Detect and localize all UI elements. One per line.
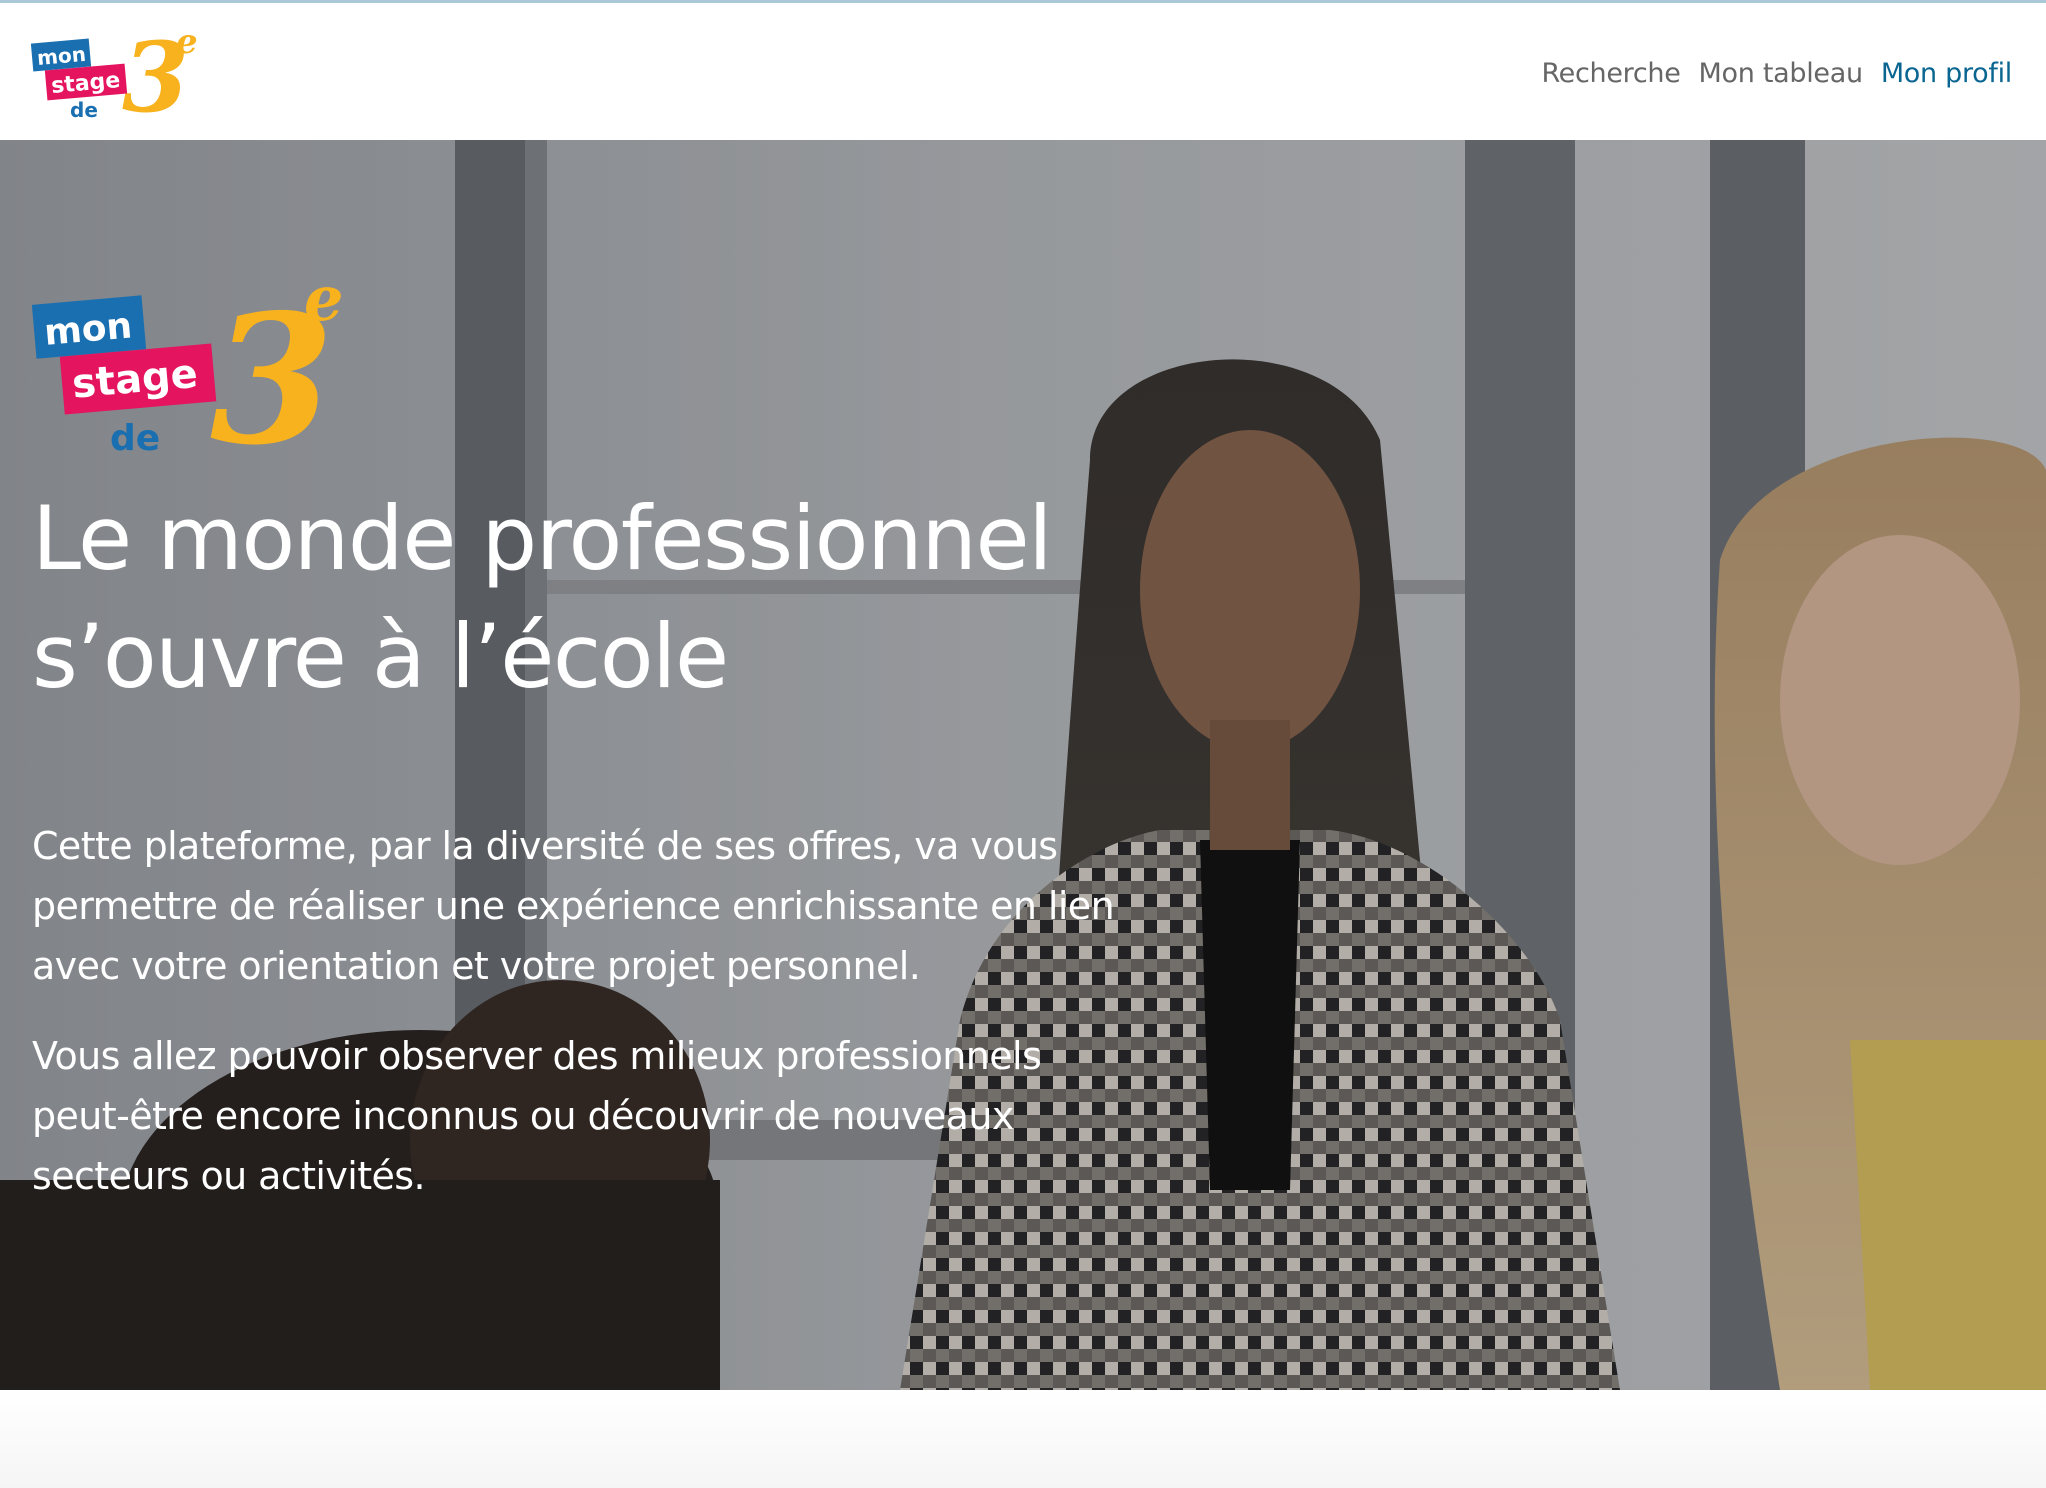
nav-link-mon-tableau[interactable]: Mon tableau	[1699, 58, 1864, 89]
hero-paragraph-1-line-3: avec votre orientation et votre projet p…	[32, 944, 921, 988]
brand-logo-link[interactable]: 3 e mon stage de	[30, 21, 210, 134]
hero-logo-superscript: e	[304, 270, 343, 335]
nav-link-mon-profil[interactable]: Mon profil	[1881, 58, 2012, 89]
hero-logo-de-text: de	[110, 418, 160, 459]
hero-paragraph-1-line-2: permettre de réaliser une expérience enr…	[32, 884, 1115, 928]
hero-paragraph-2-line-3: secteurs ou activités.	[32, 1154, 426, 1198]
site-logo: 3 e mon stage de	[30, 21, 198, 134]
content-below-hero	[0, 1390, 2046, 1488]
hero-paragraph-1-line-1: Cette plateforme, par la diversité de se…	[32, 824, 1058, 868]
hero-title-line-2: s’ouvre à l’école	[32, 605, 729, 708]
hero-logo-mon-text: mon	[43, 305, 134, 354]
hero-paragraph-2-line-2: peut-être encore inconnus ou découvrir d…	[32, 1094, 1014, 1138]
hero-title: Le monde professionnel s’ouvre à l’école	[32, 480, 1232, 716]
hero-content: 3 e mon stage de Le monde professionnel …	[32, 270, 1232, 1236]
hero-title-line-1: Le monde professionnel	[32, 487, 1053, 590]
hero-banner: 3 e mon stage de Le monde professionnel …	[0, 140, 2046, 1390]
hero-paragraph-2: Vous allez pouvoir observer des milieux …	[32, 1026, 1232, 1206]
hero-paragraph-2-line-1: Vous allez pouvoir observer des milieux …	[32, 1034, 1042, 1078]
main-navigation: Recherche Mon tableau Mon profil	[1541, 53, 2012, 93]
logo-superscript: e	[176, 23, 198, 62]
hero-logo: 3 e mon stage de	[32, 270, 343, 460]
logo-de-text: de	[70, 98, 98, 122]
hero-paragraph-1: Cette plateforme, par la diversité de se…	[32, 816, 1232, 996]
logo-mon-text: mon	[36, 42, 87, 70]
hero-description: Cette plateforme, par la diversité de se…	[32, 816, 1232, 1206]
site-header: 3 e mon stage de Recherche Mon tableau M…	[0, 3, 2046, 140]
nav-link-recherche[interactable]: Recherche	[1541, 58, 1680, 89]
